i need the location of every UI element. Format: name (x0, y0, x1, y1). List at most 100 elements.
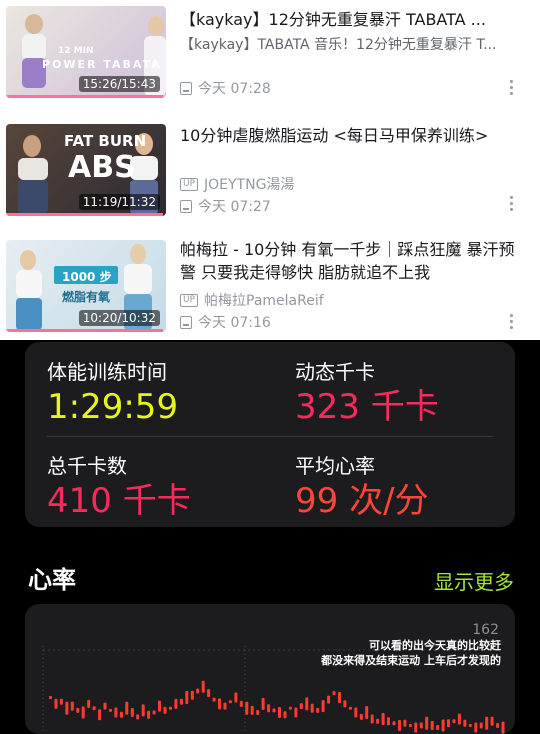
heart-rate-bar (447, 719, 450, 728)
list-item[interactable]: 12 MIN POWER TABATA 15:26/15:43 【kaykay】… (0, 6, 540, 116)
heart-rate-bar (119, 711, 123, 718)
thumbnail-caption: ABS (68, 150, 136, 185)
active-kcal-label: 动态千卡 (295, 360, 375, 384)
uploader-row[interactable]: UP JOEYTNG湯湯 (180, 174, 294, 194)
video-duration: 15:26/15:43 (78, 76, 160, 92)
heart-rate-bar (419, 722, 423, 729)
heart-rate-bar (354, 707, 358, 718)
heart-rate-bar (256, 710, 260, 715)
avg-hr-label: 平均心率 (295, 454, 375, 478)
heart-rate-bar (441, 719, 445, 732)
total-kcal-label: 总千卡数 (47, 454, 127, 478)
heart-rate-bar (136, 714, 140, 720)
heart-rate-bar (457, 713, 461, 725)
heart-rate-bar (316, 707, 320, 713)
heart-rate-bar (250, 705, 254, 715)
watched-device-icon (180, 81, 192, 95)
training-time-value: 1:29:59 (47, 387, 179, 427)
thumbnail-caption: POWER TABATA (42, 58, 162, 71)
heart-rate-bar (234, 692, 238, 703)
heart-rate-bar (283, 711, 287, 719)
thumbnail-caption-top: 1000 步 (62, 270, 112, 284)
more-options-icon[interactable] (510, 196, 514, 214)
heart-rate-bar (109, 708, 112, 712)
heart-rate-bar (468, 724, 472, 727)
heart-rate-bar (327, 695, 331, 704)
heart-rate-bar (267, 704, 271, 713)
heart-rate-bar (321, 700, 325, 713)
heart-rate-bar (239, 700, 243, 707)
avg-hr-value: 99 次/分 (295, 481, 429, 521)
heart-rate-bar (59, 698, 63, 705)
active-kcal-stat: 动态千卡 323 千卡 (295, 356, 439, 427)
video-title[interactable]: 【kaykay】12分钟无重复暴汗 TABATA ... (180, 8, 520, 31)
uploader-row[interactable]: UP 帕梅拉PamelaReif (180, 290, 324, 310)
heart-rate-bar (305, 697, 309, 711)
heart-rate-bar (430, 721, 434, 730)
watch-progress-bar (6, 329, 163, 332)
heart-rate-bar (147, 710, 151, 719)
heart-rate-bar (228, 700, 232, 704)
heart-rate-bar (343, 700, 347, 708)
heart-rate-bar (365, 706, 369, 719)
heart-rate-bar (207, 689, 211, 698)
heart-rate-bar (474, 722, 478, 733)
heart-rate-bar (294, 707, 298, 718)
avg-hr-stat: 平均心率 99 次/分 (295, 450, 429, 521)
heart-rate-bar (501, 721, 505, 734)
watch-time: 今天 07:16 (198, 315, 271, 331)
heart-rate-bar (196, 688, 200, 694)
heart-rate-bar (114, 707, 118, 718)
heart-rate-bar (479, 722, 483, 729)
heart-rate-bar (278, 707, 281, 718)
heart-rate-bar (436, 725, 440, 731)
more-options-icon[interactable] (510, 314, 514, 332)
heart-rate-bar (414, 722, 418, 733)
active-kcal-value: 323 千卡 (295, 387, 439, 427)
video-duration: 10:20/10:32 (78, 310, 160, 326)
heart-rate-bar (141, 704, 145, 717)
watch-time: 今天 07:27 (198, 199, 271, 215)
training-time-label: 体能训练时间 (47, 360, 167, 384)
heart-rate-bar (125, 701, 129, 715)
total-kcal-stat: 总千卡数 410 千卡 (47, 450, 191, 521)
heart-rate-bar (332, 691, 336, 696)
heart-rate-bar (490, 716, 494, 726)
heart-rate-chart: 162 可以看的出今天真的比较赶 都没来得及结束运动 上车后才发现的 (25, 604, 515, 734)
video-title[interactable]: 10分钟虐腹燃脂运动 <每日马甲保养训练> (180, 124, 520, 147)
annotation-line-1: 可以看的出今天真的比较赶 (369, 639, 501, 652)
list-item[interactable]: FAT BURN ABS 11:19/11:32 10分钟虐腹燃脂运动 <每日马… (0, 124, 540, 234)
heart-rate-bar (338, 692, 341, 703)
heart-rate-bars (42, 646, 505, 734)
heart-rate-bar (376, 718, 380, 724)
heart-rate-bar (70, 701, 74, 711)
show-more-link[interactable]: 显示更多 (434, 566, 514, 595)
video-meta: 今天 07:27 (180, 196, 271, 216)
video-meta: 今天 07:28 (180, 78, 271, 98)
heart-rate-bar (87, 699, 91, 708)
heart-rate-bar (174, 698, 178, 709)
heart-rate-bar (185, 691, 189, 704)
annotation-line-2: 都没来得及结束运动 上车后才发现的 (321, 654, 501, 667)
heart-rate-bar (403, 719, 407, 727)
thumbnail-caption-top: 12 MIN (58, 46, 94, 56)
heart-rate-bar (425, 716, 429, 730)
heart-rate-bar (65, 701, 69, 715)
video-title[interactable]: 帕梅拉 - 10分钟 有氧一千步｜踩点狂魔 暴汗预警 只要我走得够快 脂肪就追不… (180, 238, 520, 284)
uploader-badge: UP (180, 293, 199, 307)
video-thumbnail[interactable]: 12 MIN POWER TABATA 15:26/15:43 (6, 6, 166, 98)
watched-device-icon (180, 315, 192, 329)
heart-rate-bar (98, 709, 102, 721)
heart-rate-bar (179, 698, 183, 705)
divider (47, 436, 493, 437)
total-kcal-value: 410 千卡 (47, 481, 191, 521)
video-thumbnail[interactable]: FAT BURN ABS 11:19/11:32 (6, 124, 166, 216)
video-thumbnail[interactable]: 1000 步 燃脂有氧 10:20/10:32 (6, 240, 166, 332)
training-time-stat: 体能训练时间 1:29:59 (47, 356, 178, 427)
more-options-icon[interactable] (510, 80, 514, 98)
thumbnail-caption-top: FAT BURN (64, 132, 147, 150)
heart-rate-bar (92, 706, 96, 711)
list-item[interactable]: 1000 步 燃脂有氧 10:20/10:32 帕梅拉 - 10分钟 有氧一千步… (0, 240, 540, 350)
heart-rate-bar (272, 708, 276, 713)
heart-rate-bar (190, 690, 194, 700)
